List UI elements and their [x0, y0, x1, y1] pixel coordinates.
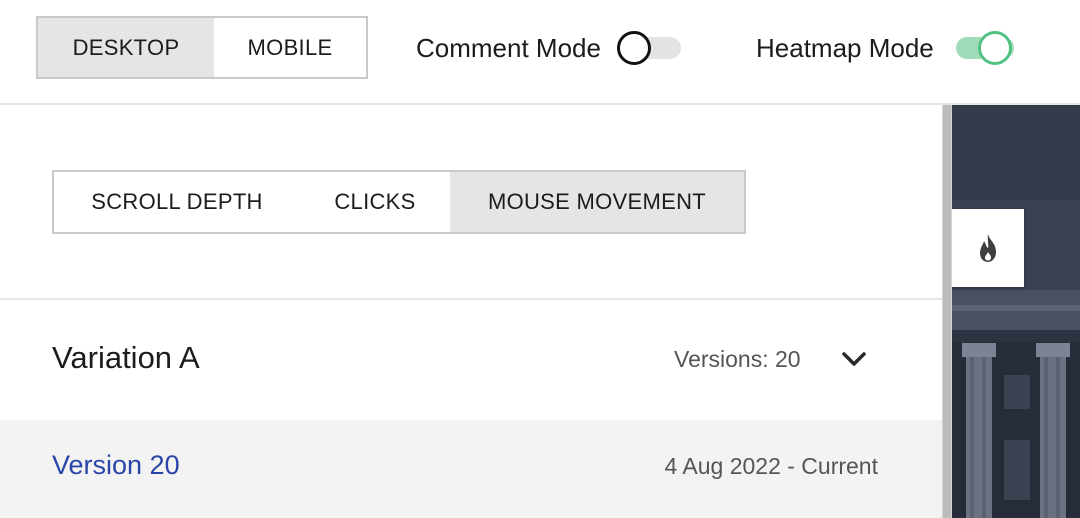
preview-building-image — [952, 105, 1080, 518]
heatmap-type-tabs: SCROLL DEPTH CLICKS MOUSE MOVEMENT — [52, 170, 746, 234]
variation-header[interactable]: Variation A Versions: 20 — [0, 300, 942, 420]
heatmap-panel: SCROLL DEPTH CLICKS MOUSE MOVEMENT Varia… — [0, 105, 942, 518]
device-toggle: DESKTOP MOBILE — [36, 16, 368, 79]
comment-mode-toggle-knob — [616, 31, 651, 65]
tab-mouse-movement[interactable]: MOUSE MOVEMENT — [450, 172, 744, 232]
heatmap-mode-toggle-knob — [977, 31, 1012, 65]
version-name-link[interactable]: Version 20 — [52, 450, 180, 481]
page-preview — [952, 105, 1080, 518]
comment-mode-toggle[interactable] — [616, 28, 681, 68]
variation-title: Variation A — [52, 340, 200, 375]
app-root: DESKTOP MOBILE Comment Mode Heatmap Mode… — [0, 0, 1080, 518]
panel-scrollbar[interactable] — [942, 105, 952, 518]
heatmap-mode-label: Heatmap Mode — [756, 32, 934, 63]
flame-icon — [980, 234, 996, 262]
tab-clicks[interactable]: CLICKS — [300, 172, 450, 232]
top-toolbar: DESKTOP MOBILE Comment Mode Heatmap Mode — [0, 0, 1080, 105]
versions-count: Versions: 20 — [674, 346, 801, 372]
heatmap-mode-control: Heatmap Mode — [756, 28, 1014, 68]
scrollbar-thumb[interactable] — [943, 105, 951, 518]
heatmap-overlay-button[interactable] — [952, 209, 1024, 287]
version-date: 4 Aug 2022 - Current — [664, 453, 878, 479]
chevron-down-icon[interactable] — [838, 346, 870, 372]
desktop-button[interactable]: DESKTOP — [38, 18, 214, 77]
tab-scroll-depth[interactable]: SCROLL DEPTH — [54, 172, 300, 232]
version-list-item[interactable]: Version 20 4 Aug 2022 - Current — [0, 420, 942, 518]
comment-mode-label: Comment Mode — [416, 32, 601, 63]
mobile-button[interactable]: MOBILE — [214, 18, 366, 77]
comment-mode-control: Comment Mode — [416, 28, 681, 68]
heatmap-mode-toggle[interactable] — [950, 28, 1014, 68]
